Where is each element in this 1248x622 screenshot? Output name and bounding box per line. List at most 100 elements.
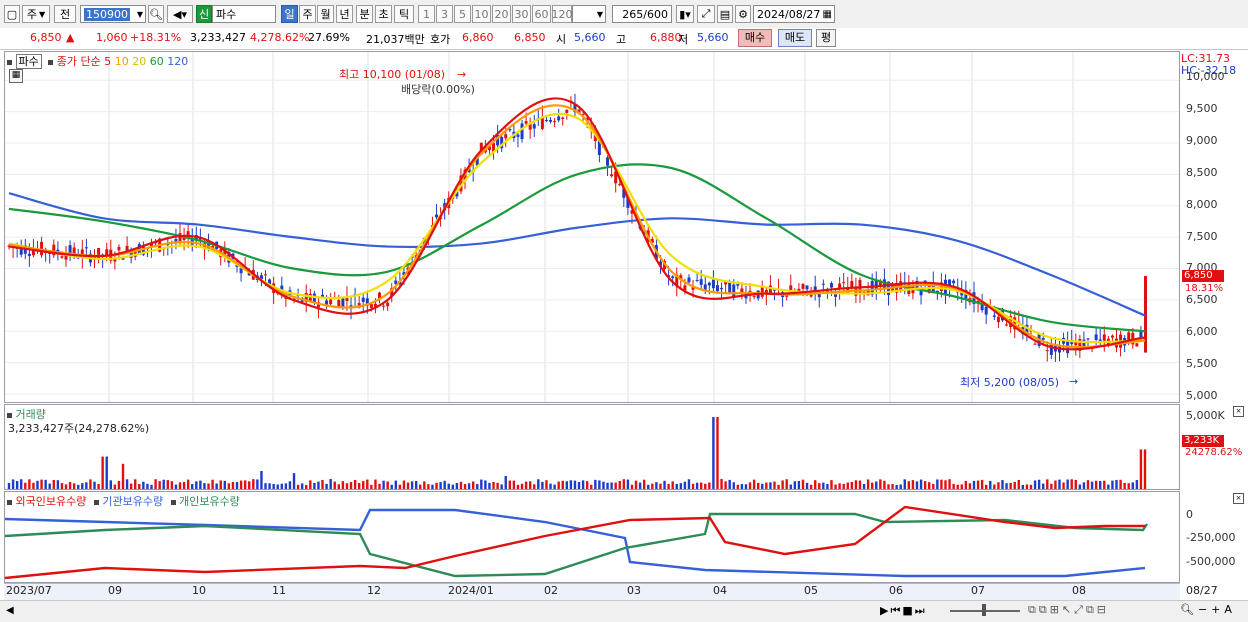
zoom-tools-icon[interactable]: 🔍︎−+A: [1180, 603, 1236, 616]
new-badge[interactable]: 신: [196, 5, 212, 23]
candle-body: [618, 184, 622, 186]
interval-60[interactable]: 60: [532, 5, 551, 23]
volume-bar: [378, 483, 381, 489]
candle-body: [361, 297, 365, 302]
data-count-field[interactable]: 265/600: [612, 5, 672, 23]
volume-bar: [793, 481, 797, 489]
volume-bar: [219, 480, 222, 489]
candle-body: [715, 285, 719, 292]
layout-icon[interactable]: ▢: [4, 5, 20, 23]
buy-button[interactable]: 매수: [738, 29, 772, 47]
grid-toggle-icon[interactable]: ▦: [9, 69, 23, 83]
ma-line-10: [8, 104, 1146, 349]
period-minute[interactable]: 분: [356, 5, 373, 23]
price-tab[interactable]: 파수: [15, 54, 42, 69]
volume-bar: [138, 484, 141, 489]
volume-bar: [406, 482, 410, 489]
volume-bar: [553, 484, 556, 489]
legend-foreign[interactable]: 외국인보유수량: [16, 495, 87, 508]
close-icon[interactable]: ×: [1233, 406, 1244, 417]
volume-bar: [1143, 449, 1147, 489]
interval-20[interactable]: 20: [492, 5, 511, 23]
price-chart[interactable]: →→: [5, 52, 1179, 402]
volume-bar: [1021, 484, 1025, 489]
volume-bar: [997, 482, 1000, 489]
period-year[interactable]: 년: [336, 5, 353, 23]
ma-legend-5[interactable]: 5: [104, 55, 111, 68]
volume-bar: [508, 480, 512, 489]
period-week[interactable]: 주: [299, 5, 316, 23]
high-label: 고: [616, 33, 627, 46]
period-label: 월: [320, 8, 331, 21]
legend-institution[interactable]: 기관보유수량: [102, 495, 163, 508]
volume-bar: [818, 483, 821, 489]
ma-legend-20[interactable]: 20: [132, 55, 146, 68]
interval-30[interactable]: 30: [512, 5, 531, 23]
low-label: 저: [678, 33, 689, 46]
prev-stock-button[interactable]: 전: [54, 5, 76, 23]
close-icon[interactable]: ×: [1233, 493, 1244, 504]
volume-bar: [158, 481, 161, 489]
period-month[interactable]: 월: [317, 5, 334, 23]
volume-bar: [699, 482, 703, 489]
high-arrow-icon: →: [457, 68, 466, 81]
low-value: 5,660: [697, 31, 729, 44]
candle-type-icon[interactable]: ▮▾: [676, 5, 694, 23]
interval-10[interactable]: 10: [472, 5, 491, 23]
candle-body: [1049, 344, 1053, 355]
avg-button[interactable]: 평: [816, 29, 836, 47]
search-icon[interactable]: 🔍︎: [148, 5, 164, 23]
volume-panel[interactable]: 거래량 3,233,427주(24,278.62%): [4, 404, 1180, 490]
sell-button[interactable]: 매도: [778, 29, 812, 47]
volume-bar: [484, 480, 487, 489]
ask-price: 6,860: [462, 31, 494, 44]
custom-interval-select[interactable]: ▼: [572, 5, 606, 23]
legend-individual[interactable]: 개인보유수량: [179, 495, 240, 508]
volume-bar: [1103, 480, 1106, 489]
candle-body: [699, 279, 703, 285]
volume-bar: [879, 479, 882, 489]
ma-legend-120[interactable]: 120: [167, 55, 188, 68]
date-input[interactable]: 2024/08/27 ▦: [753, 5, 835, 23]
period-second[interactable]: 초: [375, 5, 392, 23]
interval-5[interactable]: 5: [454, 5, 471, 23]
volume-chart[interactable]: [5, 405, 1179, 489]
save-icon[interactable]: ▤: [717, 5, 733, 23]
candle-body: [532, 124, 536, 129]
scroll-left-icon[interactable]: ◀: [6, 605, 14, 616]
volume-bar: [398, 484, 402, 489]
volume-bar: [887, 484, 890, 489]
stock-code-input[interactable]: 150900 ▼: [80, 5, 146, 23]
stock-name-field[interactable]: 파수: [212, 5, 276, 23]
market-select[interactable]: 주 ▼: [22, 5, 50, 23]
playback-controls[interactable]: ▶⏮■⏭: [880, 604, 927, 618]
volume-bar: [1017, 479, 1020, 489]
period-day[interactable]: 일: [281, 5, 298, 23]
volume-bar: [573, 480, 577, 489]
speaker-icon[interactable]: ◀▾: [167, 5, 193, 23]
interval-1[interactable]: 1: [418, 5, 435, 23]
quote-bar: 6,850 ▲ 1,060 +18.31% 3,233,427 4,278.62…: [0, 28, 1248, 50]
volume-bar: [691, 483, 695, 489]
volume-bar: [899, 484, 902, 489]
gear-icon[interactable]: ⚙: [735, 5, 751, 23]
interval-3[interactable]: 3: [436, 5, 453, 23]
current-price: 6,850: [30, 31, 62, 44]
volume-bar: [1062, 482, 1065, 489]
ma-legend-60[interactable]: 60: [150, 55, 164, 68]
volume-bar: [40, 479, 43, 489]
candle-body: [435, 214, 439, 218]
candle-body: [842, 282, 846, 284]
volume-bar: [292, 473, 296, 489]
period-label: 분: [359, 8, 370, 21]
zoom-slider-handle[interactable]: [982, 604, 986, 616]
interval-120[interactable]: 120: [552, 5, 573, 23]
indicator-icon[interactable]: ⤢: [697, 5, 715, 23]
date-value: 2024/08/27: [757, 7, 821, 21]
period-tick[interactable]: 틱: [394, 5, 414, 23]
ma-legend-10[interactable]: 10: [115, 55, 129, 68]
volume-bar: [341, 481, 345, 489]
holdings-panel[interactable]: 외국인보유수량 기관보유수량 개인보유수량: [4, 491, 1180, 583]
drawing-tools-icon[interactable]: ⧉⧉⊞↖⤢⧉⊟: [1028, 603, 1109, 617]
price-chart-panel[interactable]: → → 파수 종가 단순 5 10 20 60 120 ▦ 최고 10,100 (…: [4, 51, 1180, 403]
